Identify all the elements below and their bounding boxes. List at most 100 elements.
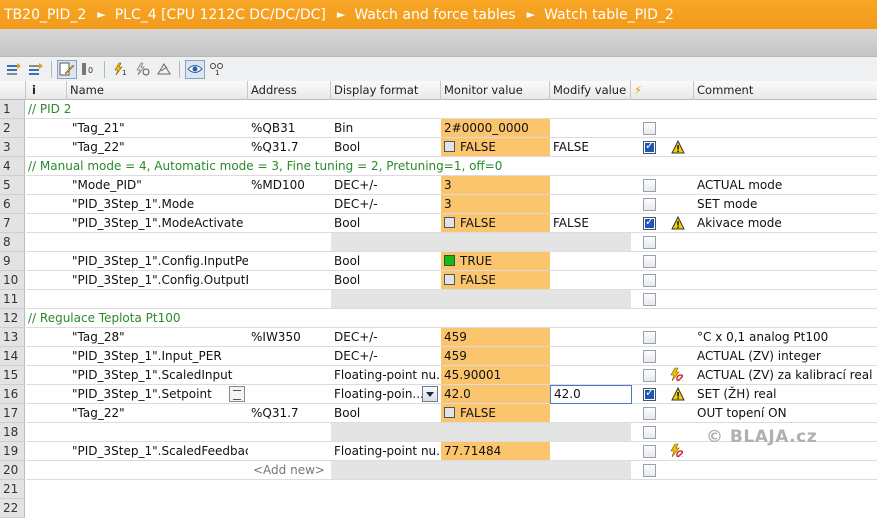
modify-value-cell[interactable] [550, 195, 631, 214]
row-number[interactable]: 6 [0, 195, 25, 214]
name-cell[interactable]: "PID_3Step_1".Input_PER [67, 347, 248, 366]
comment-cell[interactable] [694, 252, 877, 271]
modify-checkbox[interactable] [643, 122, 656, 135]
modify-now-icon[interactable]: 1 [110, 60, 130, 79]
comment-cell[interactable] [694, 290, 877, 309]
modify-checkbox[interactable] [643, 236, 656, 249]
row-number[interactable]: 9 [0, 252, 25, 271]
comment-cell[interactable] [694, 461, 877, 480]
name-cell[interactable] [67, 423, 248, 442]
row-number[interactable]: 15 [0, 366, 25, 385]
comment-line[interactable]: // Manual mode = 4, Automatic mode = 3, … [26, 157, 877, 176]
address-cell[interactable] [248, 385, 331, 404]
modify-value-cell[interactable] [550, 290, 631, 309]
display-format-cell[interactable] [331, 423, 441, 442]
name-cell[interactable]: "Tag_22" [67, 138, 248, 157]
name-cell[interactable]: "PID_3Step_1".Setpoint [67, 385, 248, 404]
modify-checkbox[interactable] [643, 255, 656, 268]
name-cell[interactable] [67, 461, 248, 480]
edit-icon[interactable] [57, 59, 77, 79]
modify-value-cell[interactable] [550, 271, 631, 290]
modify-value-cell[interactable]: FALSE [550, 214, 631, 233]
modify-checkbox[interactable] [643, 407, 656, 420]
modify-checkbox[interactable] [643, 215, 656, 230]
row-number[interactable]: 22 [0, 499, 25, 518]
insert-row-icon[interactable] [4, 60, 24, 79]
name-cell[interactable]: "Tag_21" [67, 119, 248, 138]
row-number[interactable]: 7 [0, 214, 25, 233]
modify-value-cell[interactable]: FALSE [550, 138, 631, 157]
comment-cell[interactable]: Akivace mode [694, 214, 877, 233]
address-cell[interactable]: %QB31 [248, 119, 331, 138]
breadcrumb-item[interactable]: TB20_PID_2 [4, 7, 86, 23]
name-cell[interactable]: "Mode_PID" [67, 176, 248, 195]
comment-cell[interactable]: ACTUAL mode [694, 176, 877, 195]
name-cell[interactable]: "PID_3Step_1".Config.OutputP... [67, 271, 248, 290]
modify-checkbox[interactable] [643, 445, 656, 458]
row-number[interactable]: 5 [0, 176, 25, 195]
modify-trigger-icon[interactable] [132, 60, 152, 79]
monitor-now-icon[interactable]: 1 [207, 60, 227, 79]
tag-picker-button[interactable] [229, 386, 245, 402]
display-format-cell[interactable] [331, 290, 441, 309]
row-number[interactable]: 11 [0, 290, 25, 309]
name-cell[interactable] [67, 290, 248, 309]
address-cell[interactable] [248, 347, 331, 366]
modify-value-cell[interactable] [550, 423, 631, 442]
add-row-icon[interactable] [26, 60, 46, 79]
name-cell[interactable]: "PID_3Step_1".Config.InputPer... [67, 252, 248, 271]
breadcrumb-item[interactable]: Watch and force tables [354, 7, 515, 23]
row-number[interactable]: 10 [0, 271, 25, 290]
comment-cell[interactable] [694, 271, 877, 290]
display-format-cell[interactable]: Bool [331, 214, 441, 233]
address-cell[interactable]: %IW350 [248, 328, 331, 347]
modify-checkbox[interactable] [643, 369, 656, 382]
display-format-cell[interactable] [331, 461, 441, 480]
display-format-cell[interactable]: Bool [331, 252, 441, 271]
display-format-cell[interactable]: DEC+/- [331, 176, 441, 195]
modify-value-cell[interactable] [550, 347, 631, 366]
address-cell[interactable]: %MD100 [248, 176, 331, 195]
comment-cell[interactable]: SET mode [694, 195, 877, 214]
address-cell[interactable] [248, 366, 331, 385]
display-format-cell[interactable]: Bin [331, 119, 441, 138]
row-number[interactable]: 8 [0, 233, 25, 252]
modify-checkbox[interactable] [643, 293, 656, 306]
address-cell[interactable] [248, 442, 331, 461]
address-cell[interactable]: %Q31.7 [248, 138, 331, 157]
display-all-icon[interactable]: 0 [79, 60, 99, 79]
modify-value-cell[interactable] [550, 442, 631, 461]
comment-cell[interactable]: ACTUAL (ZV) integer [694, 347, 877, 366]
comment-line[interactable]: // PID 2 [26, 100, 877, 119]
modify-checkbox[interactable] [643, 350, 656, 363]
name-cell[interactable]: "PID_3Step_1".ModeActivate [67, 214, 248, 233]
row-number[interactable]: 3 [0, 138, 25, 157]
row-number[interactable]: 18 [0, 423, 25, 442]
display-format-dropdown-button[interactable] [422, 386, 438, 402]
monitor-value-header[interactable]: Monitor value [441, 81, 550, 100]
display-format-cell[interactable]: Floating-point nu... [331, 442, 441, 461]
modify-checkbox[interactable] [643, 274, 656, 287]
display-format-cell[interactable]: Floating-point nu... [331, 366, 441, 385]
modify-value-cell[interactable] [550, 461, 631, 480]
modify-checkbox[interactable] [643, 198, 656, 211]
breadcrumb-item[interactable]: PLC_4 [CPU 1212C DC/DC/DC] [115, 7, 326, 23]
display-format-cell[interactable]: DEC+/- [331, 328, 441, 347]
row-number[interactable]: 16 [0, 385, 25, 404]
name-cell[interactable]: "PID_3Step_1".Mode [67, 195, 248, 214]
comment-cell[interactable] [694, 119, 877, 138]
address-cell[interactable] [248, 233, 331, 252]
row-number[interactable]: 2 [0, 119, 25, 138]
name-cell[interactable] [67, 233, 248, 252]
comment-line[interactable]: // Regulace Teplota Pt100 [26, 309, 877, 328]
modify-value-header[interactable]: Modify value [550, 81, 631, 100]
address-cell[interactable] [248, 214, 331, 233]
modify-checkbox[interactable] [643, 464, 656, 477]
modify-value-input[interactable]: 42.0 [550, 385, 632, 404]
row-number[interactable]: 1 [0, 100, 25, 119]
row-number[interactable]: 20 [0, 461, 25, 480]
display-format-cell[interactable]: Bool [331, 404, 441, 423]
name-cell[interactable]: "PID_3Step_1".ScaledInput [67, 366, 248, 385]
add-new-row[interactable]: <Add new> [248, 461, 331, 480]
modify-value-cell[interactable] [550, 119, 631, 138]
